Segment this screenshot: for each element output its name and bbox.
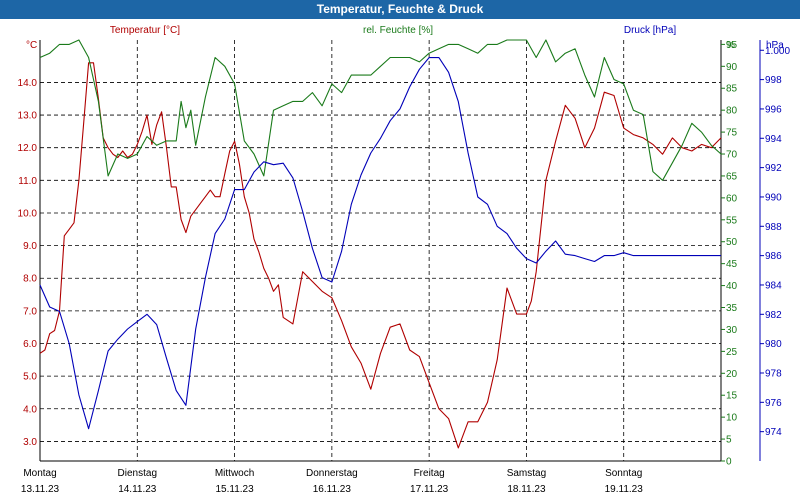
x-tick-day-label: Freitag xyxy=(414,468,445,479)
series-lines xyxy=(39,39,722,449)
x-tick-day-label: Dienstag xyxy=(118,468,157,479)
humidity-tick-label: 10 xyxy=(726,413,738,424)
humidity-tick-label: 15 xyxy=(726,391,738,402)
humidity-tick-label: 30 xyxy=(726,325,738,336)
pressure-tick-label: 992 xyxy=(765,163,782,174)
temperature-tick-label: 6.0 xyxy=(23,339,37,350)
temperature-tick-label: 9.0 xyxy=(23,241,37,252)
humidity-tick-label: 90 xyxy=(726,62,738,73)
pressure-tick-label: 978 xyxy=(765,368,782,379)
pressure-tick-label: 984 xyxy=(765,280,782,291)
temperature-tick-label: 7.0 xyxy=(23,306,37,317)
temperature-tick-label: 11.0 xyxy=(18,176,37,187)
humidity-tick-label: 75 xyxy=(726,128,738,139)
x-tick-date-label: 13.11.23 xyxy=(21,484,60,495)
temperature-series-line xyxy=(39,62,722,449)
humidity-axis-title: rel. Feuchte [%] xyxy=(363,25,433,36)
chart-canvas: 14.0 13.0 12.0 11.0 10.0 9.0 8.0 7.0 6.0 5.0 4.0 3.… xyxy=(18,25,791,495)
pressure-tick-label: 982 xyxy=(765,310,782,321)
temperature-tick-label: 8.0 xyxy=(23,274,37,285)
x-tick-date-label: 15.11.23 xyxy=(215,484,254,495)
temperature-tick-label: 5.0 xyxy=(23,372,37,383)
humidity-tick-label: 40 xyxy=(726,281,738,292)
humidity-unit-label: % xyxy=(726,40,735,51)
chart-window: Temperatur, Feuchte & Druck 14.0 13.0 12.0… xyxy=(0,0,800,500)
x-tick-date-label: 16.11.23 xyxy=(313,484,352,495)
temperature-tick-label: 14.0 xyxy=(18,78,38,89)
pressure-tick-label: 996 xyxy=(765,104,782,115)
pressure-axis-title: Druck [hPa] xyxy=(624,25,676,36)
x-tick-day-label: Mittwoch xyxy=(215,468,254,479)
pressure-tick-label: 974 xyxy=(765,427,782,438)
x-tick-date-label: 14.11.23 xyxy=(118,484,157,495)
pressure-tick-label: 976 xyxy=(765,398,782,409)
x-tick-date-label: 19.11.23 xyxy=(605,484,644,495)
temperature-tick-label: 3.0 xyxy=(23,437,37,448)
pressure-tick-label: 988 xyxy=(765,222,782,233)
humidity-tick-label: 60 xyxy=(726,193,738,204)
x-tick-day-label: Samstag xyxy=(507,468,546,479)
x-tick-day-label: Donnerstag xyxy=(306,468,358,479)
humidity-tick-label: 55 xyxy=(726,215,738,226)
axes: 14.0 13.0 12.0 11.0 10.0 9.0 8.0 7.0 6.0 5.0 4.0 3.… xyxy=(18,25,791,495)
x-tick-date-label: 18.11.23 xyxy=(507,484,546,495)
pressure-tick-label: 998 xyxy=(765,75,782,86)
temperature-tick-label: 4.0 xyxy=(23,404,37,415)
temperature-tick-label: 12.0 xyxy=(18,143,38,154)
humidity-tick-label: 80 xyxy=(726,106,738,117)
humidity-tick-label: 50 xyxy=(726,237,738,248)
temperature-tick-label: 10.0 xyxy=(18,208,38,219)
humidity-tick-label: 25 xyxy=(726,347,738,358)
x-tick-day-label: Sonntag xyxy=(605,468,642,479)
pressure-tick-label: 980 xyxy=(765,339,782,350)
pressure-tick-label: 990 xyxy=(765,192,782,203)
humidity-tick-label: 35 xyxy=(726,303,738,314)
humidity-tick-label: 5 xyxy=(726,435,732,446)
pressure-tick-label: 994 xyxy=(765,134,782,145)
humidity-tick-label: 0 xyxy=(726,457,732,468)
pressure-unit-label: hPa xyxy=(766,40,784,51)
humidity-tick-label: 65 xyxy=(726,171,738,182)
humidity-tick-label: 20 xyxy=(726,369,738,380)
x-tick-date-label: 17.11.23 xyxy=(410,484,449,495)
humidity-tick-label: 85 xyxy=(726,84,738,95)
x-tick-day-label: Montag xyxy=(23,468,56,479)
humidity-tick-label: 45 xyxy=(726,259,738,270)
temperature-unit-label: °C xyxy=(26,40,37,51)
temperature-axis-title: Temperatur [°C] xyxy=(110,25,180,36)
humidity-tick-label: 70 xyxy=(726,150,738,161)
grid-lines xyxy=(39,40,722,462)
temperature-tick-label: 13.0 xyxy=(18,111,38,122)
pressure-tick-label: 986 xyxy=(765,251,782,262)
